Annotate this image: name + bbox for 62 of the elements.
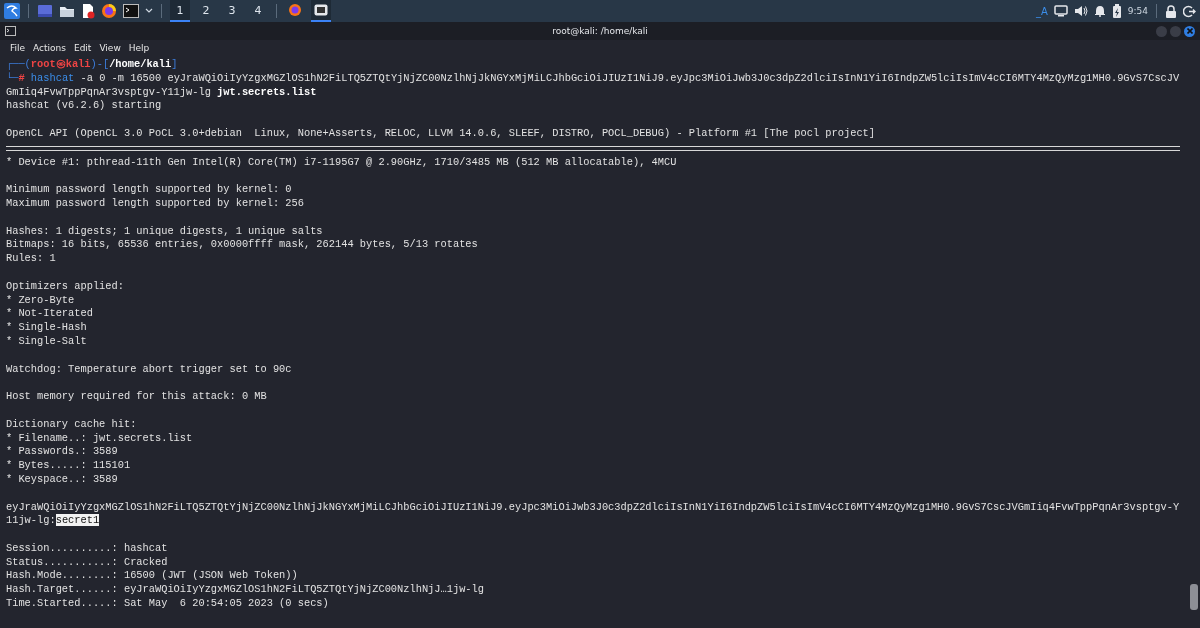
terminal-line: * Filename..: jwt.secrets.list — [6, 431, 193, 446]
terminal-line: Watchdog: Temperature abort trigger set to 90c — [6, 362, 292, 377]
terminal-line: Host memory required for this attack: 0 MB — [6, 390, 267, 404]
terminal-line: Session..........: hashcat — [6, 541, 168, 556]
desktop-icon[interactable] — [37, 4, 53, 18]
terminal-line: * Device #1: pthread-11th Gen Intel(R) Core(TM) i7-1195G7 @ 2.90GHz, 1710/3485 MB (512 MB allocatable), 4MCU — [6, 155, 677, 170]
terminal-line: OpenCL API (OpenCL 3.0 PoCL 3.0+debian Linux, None+Asserts, RELOC, LLVM 14.0.6, SLEEF, DISTRO, POCL_DEBUG) - Platform #1 [The pocl project] — [6, 127, 876, 141]
folder-icon[interactable] — [59, 4, 75, 18]
keyboard-layout-indicator[interactable]: _A — [1035, 5, 1048, 17]
terminal-line: * Keyspace..: 3589 — [6, 472, 118, 487]
terminal-line: Hashes: 1 digests; 1 unique digests, 1 unique salts — [6, 224, 323, 239]
terminal-line: Status...........: Cracked — [6, 555, 168, 570]
workspace-tab[interactable]: 4 — [248, 0, 268, 22]
terminal-line: Optimizers applied: — [6, 279, 124, 294]
terminal-line: * Single-Salt — [6, 334, 87, 349]
menu-item[interactable]: Actions — [33, 43, 66, 53]
volume-icon[interactable] — [1073, 5, 1088, 17]
terminal-line: eyJraWQiOiIyYzgxMGZlOS1hN2FiLTQ5ZTQtYjNjZC00NzlhNjJkNGYxMjMiLCJhbGciOiJIUzI1NiJ9.eyJpc3MiOiJwb3J0c3dpZ2dlciIsInN1YiI6IndpZW5lciIsImV4cCI6MTY4MzQyMzg1MH0.9GvS7CscJVGmIiq4FvwTppPqnAr3vsptgv-Y — [6, 500, 1180, 515]
menu-item[interactable]: Help — [128, 43, 150, 53]
workspace-tab[interactable]: 1 — [170, 0, 190, 22]
terminal-line: Hash.Mode........: 16500 (JWT (JSON Web Token)) — [6, 569, 298, 584]
workspace-tab[interactable]: 2 — [196, 0, 216, 22]
clock[interactable]: 9:54 — [1127, 6, 1148, 16]
terminal-line: * Passwords.: 3589 — [6, 445, 118, 460]
terminal-line: ┌──(root㉿kali)-[/home/kali] — [6, 58, 178, 72]
terminal-line: Time.Started.....: Sat May 6 20:54:05 2023 (0 secs) — [6, 597, 329, 611]
browser-icon — [288, 3, 302, 17]
bell-icon[interactable] — [1093, 5, 1106, 17]
menu-item[interactable]: File — [10, 43, 26, 53]
terminal-line: hashcat (v6.2.6) starting — [6, 99, 162, 114]
menu-item[interactable]: Edit — [73, 43, 92, 53]
close-button[interactable] — [1184, 25, 1195, 37]
workspace-tab[interactable]: 3 — [222, 0, 242, 22]
terminal-line: Rules: 1 — [6, 252, 56, 266]
caret-icon[interactable] — [145, 8, 153, 14]
terminal-line: └─# hashcat -a 0 -m 16500 eyJraWQiOiIyYzgxMGZlOS1hN2FiLTQ5ZTQtYjNjZC00NzlhNjJkNGYxMjMiLCJhbGciOiJIUzI1NiJ9.eyJpc3MiOiJwb3J0c3dpZ2dlciIsInN1YiI6IndpZW5lciIsImV4cCI6MTY4MzQyMzg1MH0.9GvS7CscJV — [6, 71, 1180, 86]
scrollbar-thumb[interactable] — [1190, 584, 1198, 610]
document-icon[interactable] — [81, 3, 95, 19]
terminal-line: Maximum password length supported by kernel: 256 — [6, 196, 304, 211]
logout-icon[interactable] — [1183, 4, 1196, 18]
terminal-line: Hash.Target......: eyJraWQiOiIyYzgxMGZlOS1hN2FiLTQ5ZTQtYjNjZC00NzlhNjJ…1jw-lg — [6, 583, 484, 598]
terminal-line: Bitmaps: 16 bits, 65536 entries, 0x0000ffff mask, 262144 bytes, 5/13 rotates — [6, 238, 478, 253]
terminal-line: * Not-Iterated — [6, 307, 93, 322]
lock-icon[interactable] — [1165, 4, 1177, 18]
terminal-line: Minimum password length supported by kernel: 0 — [6, 183, 292, 197]
terminal-line: * Single-Hash — [6, 321, 87, 335]
terminal-line: Dictionary cache hit: — [6, 417, 137, 432]
window-button[interactable] — [311, 0, 331, 22]
battery-icon[interactable] — [1111, 4, 1122, 18]
terminal-icon[interactable] — [123, 4, 139, 18]
browser-icon[interactable] — [101, 3, 117, 19]
terminal-line: 11jw-lg:secret1 — [6, 514, 100, 529]
terminal-line: * Zero-Byte — [6, 293, 75, 308]
window-title: root@kali: /home/kali — [552, 26, 648, 36]
terminal-line: GmIiq4FvwTppPqnAr3vsptgv-Y11jw-lg jwt.secrets.list — [6, 85, 317, 100]
terminal-line: * Bytes.....: 115101 — [6, 459, 131, 473]
menu-item[interactable]: View — [99, 43, 121, 53]
terminal-icon — [314, 4, 328, 16]
close-icon — [1186, 28, 1193, 34]
logo-icon[interactable] — [4, 3, 20, 19]
terminal-icon — [5, 26, 16, 36]
display-icon[interactable] — [1053, 5, 1068, 17]
